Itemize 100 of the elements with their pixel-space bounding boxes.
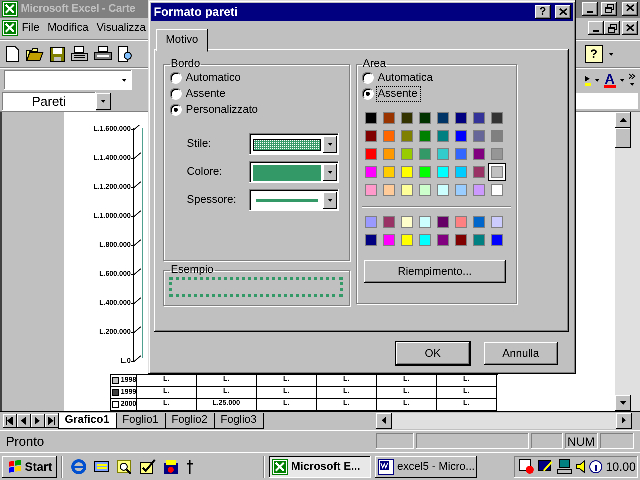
cancel-button[interactable]: Annulla [484, 342, 558, 365]
color-swatch[interactable] [419, 184, 431, 196]
new-document-icon[interactable] [6, 46, 20, 62]
color-swatch[interactable] [365, 184, 377, 196]
color-swatch[interactable] [491, 148, 503, 160]
radio-button[interactable] [170, 88, 182, 100]
radio-label[interactable]: Assente [377, 87, 420, 101]
close-button[interactable] [555, 5, 571, 19]
color-swatch[interactable] [365, 112, 377, 124]
color-swatch[interactable] [491, 184, 503, 196]
radio-label[interactable]: Assente [185, 87, 228, 101]
sheet-tab[interactable]: Foglio3 [214, 412, 264, 429]
color-swatch[interactable] [455, 166, 467, 178]
radio-label[interactable]: Personalizzato [185, 103, 260, 117]
color-swatch[interactable] [383, 130, 395, 142]
excel-icon[interactable] [2, 20, 18, 36]
help-icon[interactable]: ? [585, 45, 603, 64]
channels-icon[interactable] [94, 458, 110, 474]
scrollbar[interactable] [615, 112, 640, 412]
color-swatch[interactable] [473, 148, 485, 160]
save-icon[interactable] [50, 46, 65, 62]
color-swatch[interactable] [455, 184, 467, 196]
ok-button[interactable]: OK [396, 342, 470, 365]
color-swatch[interactable] [419, 112, 431, 124]
color-swatch[interactable] [473, 216, 485, 228]
color-swatch[interactable] [383, 148, 395, 160]
color-swatch[interactable] [401, 184, 413, 196]
radio-button[interactable] [362, 88, 374, 100]
color-swatch[interactable] [473, 166, 485, 178]
minimize-button[interactable] [582, 2, 598, 16]
scroll-thumb[interactable] [615, 128, 631, 148]
menu-item[interactable]: File [18, 22, 44, 34]
color-swatch[interactable] [473, 130, 485, 142]
open-folder-icon[interactable] [26, 46, 44, 62]
radio-label[interactable]: Automatico [185, 71, 244, 85]
sheet-tab[interactable]: Grafico1 [58, 412, 117, 429]
color-swatch[interactable] [491, 166, 503, 178]
color-swatch[interactable] [455, 112, 467, 124]
speaker-icon[interactable] [576, 458, 586, 474]
media-icon[interactable] [163, 458, 180, 474]
printer-icon[interactable] [71, 46, 88, 62]
scroll-down-button[interactable] [615, 395, 631, 412]
color-swatch[interactable] [365, 234, 377, 246]
help-button[interactable]: ? [535, 5, 551, 19]
color-swatch[interactable] [455, 234, 467, 246]
color-swatch[interactable] [401, 148, 413, 160]
caret-icon[interactable] [594, 78, 600, 82]
scroll-left-button[interactable] [376, 412, 392, 429]
dropdown-button[interactable] [96, 92, 111, 110]
color-swatch[interactable] [383, 166, 395, 178]
color-swatch[interactable] [491, 216, 503, 228]
color-swatch[interactable] [437, 130, 449, 142]
scroll-right-button[interactable] [616, 412, 632, 429]
font-name-field[interactable] [4, 70, 132, 90]
color-swatch[interactable] [419, 148, 431, 160]
radio-button[interactable] [362, 72, 374, 84]
info-icon[interactable] [589, 458, 603, 474]
printer-icon[interactable] [94, 46, 112, 62]
color-swatch[interactable] [455, 216, 467, 228]
fill-effects-button[interactable]: Riempimento... [364, 260, 506, 283]
previous-sheet-button[interactable] [17, 414, 31, 428]
color-swatch[interactable] [383, 216, 395, 228]
close-button[interactable] [622, 2, 638, 16]
preview-icon[interactable] [118, 46, 132, 62]
color-swatch[interactable] [437, 112, 449, 124]
scrollbar[interactable] [376, 412, 632, 429]
minimize-button[interactable] [588, 21, 604, 36]
color-swatch[interactable] [383, 112, 395, 124]
color-swatch[interactable] [491, 130, 503, 142]
caret-icon[interactable] [620, 78, 625, 82]
scroll-up-button[interactable] [615, 112, 631, 128]
color-swatch[interactable] [455, 130, 467, 142]
menu-item[interactable]: Modifica [44, 22, 93, 34]
restore-button[interactable] [604, 21, 620, 36]
color-swatch[interactable] [473, 112, 485, 124]
magnifier-icon[interactable] [117, 458, 134, 474]
last-sheet-button[interactable] [45, 414, 59, 428]
color-swatch[interactable] [437, 184, 449, 196]
sheet-tab[interactable]: Foglio1 [116, 412, 166, 429]
taskbar-button[interactable]: excel5 - Micro... [375, 456, 478, 478]
next-sheet-button[interactable] [31, 414, 45, 428]
sheet-tab[interactable]: Foglio2 [164, 412, 215, 429]
color-swatch[interactable] [401, 112, 413, 124]
radio-label[interactable]: Automatica [377, 71, 436, 85]
color-swatch[interactable] [419, 234, 431, 246]
color-swatch[interactable] [419, 166, 431, 178]
browser-icon[interactable] [71, 458, 88, 474]
color-swatch[interactable] [401, 234, 413, 246]
color-swatch[interactable] [365, 130, 377, 142]
color-swatch[interactable] [365, 166, 377, 178]
color-swatch[interactable] [383, 234, 395, 246]
network-icon[interactable] [557, 458, 573, 474]
formula-field[interactable] [574, 93, 638, 110]
color-swatch[interactable] [473, 184, 485, 196]
color-swatch[interactable] [365, 148, 377, 160]
color-swatch[interactable] [437, 216, 449, 228]
color-swatch[interactable] [473, 234, 485, 246]
color-swatch[interactable] [491, 234, 503, 246]
first-sheet-button[interactable] [3, 414, 17, 428]
menu-item[interactable]: Visualizza [92, 22, 150, 34]
